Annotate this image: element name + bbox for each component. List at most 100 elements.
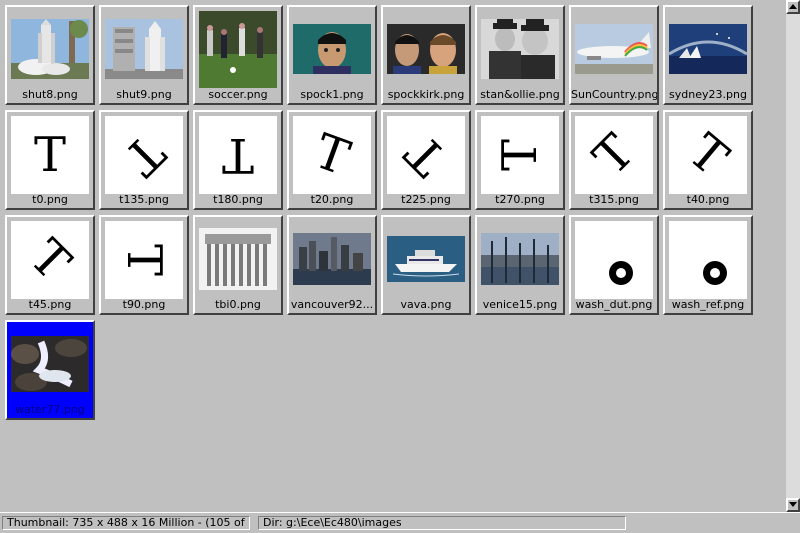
thumbnail-caption: t315.png [589, 193, 639, 206]
letter-thumbnail: T [105, 221, 183, 299]
airplane-photo [575, 11, 653, 89]
photo-image [387, 23, 465, 77]
thumbnail-caption: wash_dut.png [575, 298, 653, 311]
thumbnail-tile[interactable]: Tt315.png [569, 110, 659, 210]
photo-image [293, 23, 371, 77]
letter-canvas: T [387, 116, 465, 194]
letter-thumbnail: T [575, 116, 653, 194]
letter-thumbnail: T [11, 116, 89, 194]
svg-text:T: T [683, 130, 733, 180]
letter-canvas: T [293, 116, 371, 194]
letter-canvas: T [669, 116, 747, 194]
thumbnail-tile[interactable]: Tt270.png [475, 110, 565, 210]
thumbnail-caption: t0.png [32, 193, 68, 206]
letter-thumbnail: T [105, 116, 183, 194]
vertical-scrollbar[interactable] [786, 0, 800, 512]
thumbnail-tile[interactable]: wash_dut.png [569, 215, 659, 315]
ring-shape [575, 221, 653, 299]
letter-t-icon: T [495, 139, 545, 171]
thumbnail-tile[interactable]: shut9.png [99, 5, 189, 105]
svg-text:T: T [307, 130, 356, 180]
directory-path: Dir: g:\Ece\Ec480\images [258, 516, 626, 530]
thumbnail-caption: t90.png [122, 298, 166, 311]
svg-text:T: T [495, 139, 545, 171]
thumbnail-tile[interactable]: Tt40.png [663, 110, 753, 210]
thumbnail-caption: venice15.png [482, 298, 558, 311]
thumbnail-caption: sydney23.png [669, 88, 747, 101]
thumbnail-tile[interactable]: Tt0.png [5, 110, 95, 210]
thumbnail-tile[interactable]: water77.png [5, 320, 95, 420]
thumbnail-grid: shut8.png shut9.png soccer.png spock1.pn… [0, 0, 786, 512]
thumbnail-tile[interactable]: wash_ref.png [663, 215, 753, 315]
scroll-down-button[interactable] [786, 498, 800, 512]
photo-image [105, 18, 183, 82]
thumbnail-caption: t225.png [401, 193, 451, 206]
thumbnail-caption: t40.png [686, 193, 730, 206]
thumbnail-tile[interactable]: shut8.png [5, 5, 95, 105]
letter-canvas: T [11, 116, 89, 194]
thumbnail-caption: soccer.png [208, 88, 268, 101]
photo-image [199, 227, 277, 293]
portrait-photo [387, 11, 465, 89]
thumbnail-tile[interactable]: venice15.png [475, 215, 565, 315]
ring-shape [669, 221, 747, 299]
arrow-down-icon [789, 502, 797, 507]
portrait-photo [481, 11, 559, 89]
letter-canvas: T [575, 116, 653, 194]
thumbnail-caption: vancouver92... [290, 298, 374, 311]
shuttle-photo [11, 11, 89, 89]
thumbnail-tile[interactable]: Tt45.png [5, 215, 95, 315]
letter-t-icon: T [119, 130, 169, 180]
harbor-photo [669, 11, 747, 89]
letter-t-icon: T [34, 130, 66, 180]
thumbnail-tile[interactable]: vava.png [381, 215, 471, 315]
photo-image [669, 23, 747, 77]
thumbnail-tile[interactable]: Tt135.png [99, 110, 189, 210]
photo-image [387, 235, 465, 285]
thumbnail-caption: t135.png [119, 193, 169, 206]
thumbnail-tile[interactable]: soccer.png [193, 5, 283, 105]
letter-thumbnail: T [199, 116, 277, 194]
photo-image [481, 18, 559, 82]
letter-thumbnail: T [387, 116, 465, 194]
photo-image [293, 232, 371, 288]
waterfall-photo [11, 326, 89, 404]
scroll-up-button[interactable] [786, 0, 800, 14]
arrow-up-icon [789, 4, 797, 9]
thumbnail-tile[interactable]: Tt180.png [193, 110, 283, 210]
thumbnail-tile[interactable]: vancouver92... [287, 215, 377, 315]
letter-thumbnail: T [11, 221, 89, 299]
thumbnail-caption: shut8.png [22, 88, 78, 101]
photo-image [199, 11, 277, 89]
svg-text:T: T [401, 130, 451, 180]
letter-t-icon: T [119, 244, 169, 276]
ring-icon [703, 261, 727, 285]
soccer-photo [199, 11, 277, 89]
photo-image [481, 232, 559, 288]
thumbnail-caption: wash_ref.png [671, 298, 745, 311]
thumbnail-tile[interactable]: Tt90.png [99, 215, 189, 315]
shuttle-photo [105, 11, 183, 89]
thumbnail-tile[interactable]: Tt225.png [381, 110, 471, 210]
thumbnail-tile[interactable]: Tt20.png [287, 110, 377, 210]
svg-text:T: T [589, 130, 639, 180]
thumbnail-tile[interactable]: SunCountry.png [569, 5, 659, 105]
thumbnail-tile[interactable]: sydney23.png [663, 5, 753, 105]
photo-image [575, 23, 653, 77]
photo-image [11, 18, 89, 82]
thumbnail-tile[interactable]: spock1.png [287, 5, 377, 105]
letter-t-icon: T [401, 130, 451, 180]
thumbnail-tile[interactable]: stan&ollie.png [475, 5, 565, 105]
letter-t-icon: T [25, 235, 75, 285]
thumbnail-caption: t20.png [310, 193, 354, 206]
thumbnail-caption: stan&ollie.png [480, 88, 560, 101]
letter-t-icon: T [222, 130, 254, 180]
svg-text:T: T [119, 130, 169, 180]
thumbnail-caption: water77.png [15, 403, 85, 416]
svg-text:T: T [222, 130, 254, 180]
ring-canvas [669, 221, 747, 299]
thumbnail-tile[interactable]: spockkirk.png [381, 5, 471, 105]
thumbnail-caption: spock1.png [300, 88, 364, 101]
letter-thumbnail: T [293, 116, 371, 194]
thumbnail-tile[interactable]: tbi0.png [193, 215, 283, 315]
